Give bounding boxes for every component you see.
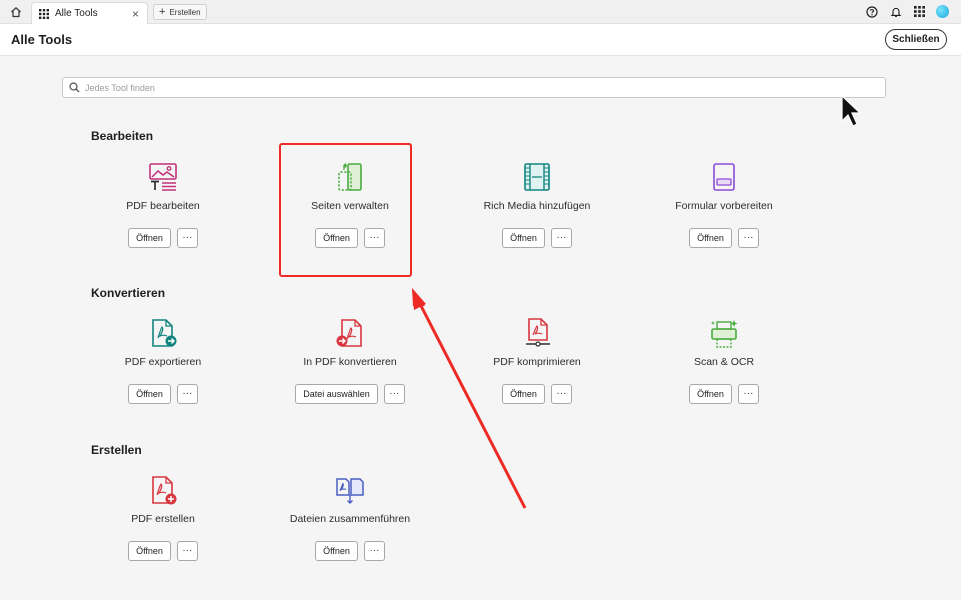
new-create-tab-button[interactable]: + Erstellen: [153, 4, 207, 20]
close-button[interactable]: Schließen: [885, 29, 947, 50]
tool-label: Rich Media hinzufügen: [483, 200, 591, 212]
tool-card-compress-pdf: PDF komprimieren Öffnen ···: [447, 318, 627, 418]
tool-actions: Öffnen ···: [447, 228, 627, 248]
open-rich-media-button[interactable]: Öffnen: [502, 228, 545, 248]
help-button[interactable]: [864, 4, 879, 19]
tab-label: Alle Tools: [55, 8, 98, 19]
open-export-pdf-button[interactable]: Öffnen: [128, 384, 171, 404]
tool-actions: Öffnen ···: [634, 384, 814, 404]
search-input[interactable]: [85, 82, 865, 93]
edit-pdf-icon: [149, 163, 177, 191]
tool-actions: Öffnen ···: [73, 228, 253, 248]
tool-card-edit-pdf: PDF bearbeiten Öffnen ···: [73, 162, 253, 262]
convert-to-pdf-icon: [336, 319, 362, 347]
open-compress-pdf-button[interactable]: Öffnen: [502, 384, 545, 404]
avatar[interactable]: [936, 5, 949, 18]
more-options-button[interactable]: ···: [383, 384, 405, 404]
section-title-convert: Konvertieren: [91, 286, 166, 300]
section-title-create: Erstellen: [91, 443, 142, 457]
tool-label: In PDF konvertieren: [303, 356, 397, 368]
tool-label: PDF exportieren: [124, 356, 202, 368]
rich-media-icon: [524, 163, 550, 191]
tool-card-prepare-form: Formular vorbereiten Öffnen ···: [634, 162, 814, 262]
grid-icon: [39, 8, 49, 19]
tool-label: PDF komprimieren: [493, 356, 581, 368]
topbar-actions: [864, 4, 949, 19]
more-options-button[interactable]: ···: [363, 541, 385, 561]
open-prepare-form-button[interactable]: Öffnen: [689, 228, 732, 248]
tab-bar: Alle Tools × + Erstellen: [0, 0, 961, 24]
more-options-button[interactable]: ···: [550, 228, 572, 248]
combine-files-icon: [336, 478, 364, 504]
tool-actions: Öffnen ···: [260, 541, 440, 561]
page-header: Alle Tools Schließen: [0, 24, 961, 56]
bell-icon: [890, 7, 901, 17]
help-icon: [865, 5, 878, 18]
tool-card-combine-files: Dateien zusammenführen Öffnen ···: [260, 475, 440, 575]
tool-search[interactable]: [62, 77, 886, 98]
tab-all-tools[interactable]: Alle Tools ×: [31, 2, 148, 24]
notifications-button[interactable]: [888, 4, 903, 19]
more-options-button[interactable]: ···: [737, 228, 759, 248]
export-pdf-icon: [152, 319, 177, 347]
tool-card-rich-media: Rich Media hinzufügen Öffnen ···: [447, 162, 627, 262]
highlight-box: [279, 143, 412, 277]
tool-label: PDF bearbeiten: [126, 200, 200, 212]
tool-card-convert-to-pdf: In PDF konvertieren Datei auswählen ···: [260, 318, 440, 418]
tool-actions: Datei auswählen ···: [260, 384, 440, 404]
open-scan-ocr-button[interactable]: Öffnen: [689, 384, 732, 404]
compress-pdf-icon: [526, 318, 550, 347]
open-create-pdf-button[interactable]: Öffnen: [128, 541, 171, 561]
open-combine-files-button[interactable]: Öffnen: [315, 541, 358, 561]
apps-button[interactable]: [912, 4, 927, 19]
tool-actions: Öffnen ···: [447, 384, 627, 404]
tool-actions: Öffnen ···: [634, 228, 814, 248]
more-options-button[interactable]: ···: [176, 228, 198, 248]
more-options-button[interactable]: ···: [550, 384, 572, 404]
tool-actions: Öffnen ···: [73, 384, 253, 404]
open-edit-pdf-button[interactable]: Öffnen: [128, 228, 171, 248]
plus-icon: +: [159, 6, 166, 18]
more-options-button[interactable]: ···: [176, 541, 198, 561]
tool-actions: Öffnen ···: [73, 541, 253, 561]
tool-label: Dateien zusammenführen: [289, 513, 411, 525]
tool-card-scan-ocr: Scan & OCR Öffnen ···: [634, 318, 814, 418]
tool-label: PDF erstellen: [131, 513, 195, 525]
home-icon: [11, 6, 21, 18]
tool-card-create-pdf: PDF erstellen Öffnen ···: [73, 475, 253, 575]
select-file-button[interactable]: Datei auswählen: [295, 384, 378, 404]
tool-label: Formular vorbereiten: [675, 200, 773, 212]
tool-label: Scan & OCR: [693, 356, 755, 368]
create-pdf-icon: [152, 476, 177, 505]
tool-card-export-pdf: PDF exportieren Öffnen ···: [73, 318, 253, 418]
home-button[interactable]: [6, 3, 26, 21]
more-options-button[interactable]: ···: [176, 384, 198, 404]
section-title-edit: Bearbeiten: [91, 129, 154, 143]
search-icon: [69, 82, 80, 93]
close-tab-icon[interactable]: ×: [132, 7, 139, 21]
page-title: Alle Tools: [11, 32, 73, 47]
new-tab-label: Erstellen: [169, 7, 201, 17]
apps-grid-icon: [914, 6, 925, 17]
prepare-form-icon: [713, 163, 735, 191]
more-options-button[interactable]: ···: [737, 384, 759, 404]
scan-ocr-icon: [711, 320, 738, 348]
